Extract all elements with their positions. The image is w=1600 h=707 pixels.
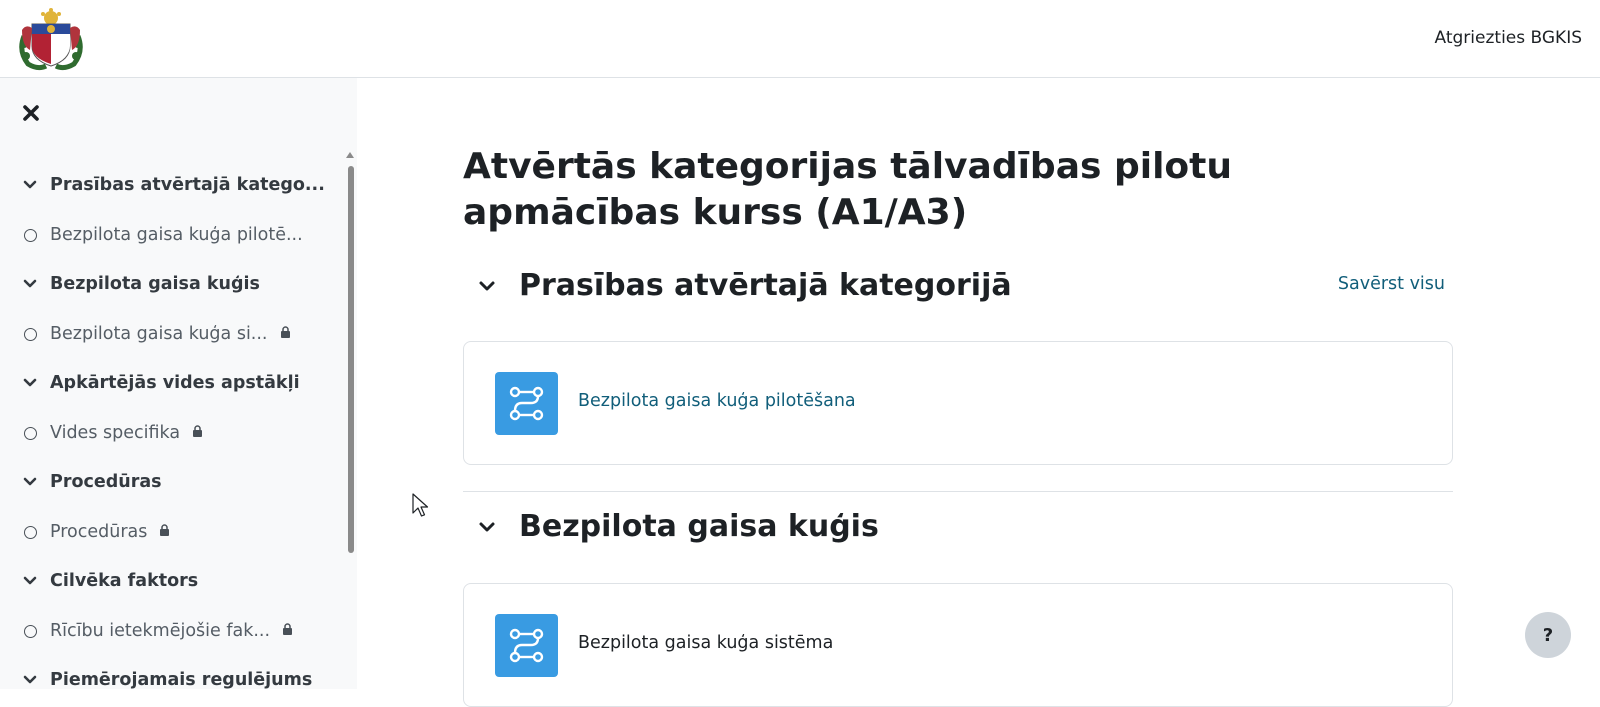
sidebar-item-label: Bezpilota gaisa kuģis (50, 274, 260, 294)
sidebar-activity-vides-specifika[interactable]: Vides specifika (0, 416, 340, 450)
lock-icon (283, 623, 293, 635)
sidebar-section-vide[interactable]: Apkārtējās vides apstākļi (0, 366, 340, 400)
sidebar-item-label: Bezpilota gaisa kuģa si... (50, 324, 291, 344)
return-bgkis-link[interactable]: Atgriezties BGKIS (1435, 28, 1582, 48)
activity-card: Bezpilota gaisa kuģa pilotēšana (463, 341, 1453, 465)
chevron-down-icon[interactable] (477, 276, 497, 296)
section-title: Bezpilota gaisa kuģis (519, 509, 879, 544)
mouse-cursor-icon (412, 493, 429, 517)
course-section-header: Bezpilota gaisa kuģis (463, 505, 1453, 549)
lock-icon (160, 524, 170, 536)
lesson-activity-icon[interactable] (495, 372, 558, 435)
sidebar-item-label: Bezpilota gaisa kuģa pilotē... (50, 225, 303, 245)
completion-circle-icon (24, 327, 37, 341)
course-index-drawer: Prasības atvērtajā katego... Bezpilota g… (0, 78, 357, 689)
top-navbar: Atgriezties BGKIS (0, 0, 1600, 78)
chevron-down-icon[interactable] (22, 177, 38, 193)
lesson-activity-icon[interactable] (495, 614, 558, 677)
sidebar-item-label: Cilvēka faktors (50, 571, 199, 591)
coat-of-arms-logo[interactable] (16, 6, 86, 72)
sidebar-item-label: Procedūras (50, 472, 162, 492)
chevron-down-icon[interactable] (22, 276, 38, 292)
sidebar-activity-sistema[interactable]: Bezpilota gaisa kuģa si... (0, 317, 340, 351)
scroll-up-arrow[interactable] (346, 152, 354, 158)
course-section-header: Prasības atvērtajā kategorijā Savērst vi… (463, 264, 1453, 308)
section-title: Prasības atvērtajā kategorijā (519, 268, 1012, 303)
chevron-down-icon[interactable] (477, 517, 497, 537)
section-divider (463, 491, 1453, 492)
completion-circle-icon (24, 525, 37, 539)
sidebar-activity-ricibu-faktori[interactable]: Rīcību ietekmējošie fak... (0, 614, 340, 648)
lock-icon (193, 425, 203, 437)
chevron-down-icon[interactable] (22, 474, 38, 490)
completion-circle-icon (24, 228, 37, 242)
collapse-all-link[interactable]: Savērst visu (1338, 274, 1445, 294)
sidebar-item-label: Prasības atvērtajā katego... (50, 175, 325, 195)
activity-link[interactable]: Bezpilota gaisa kuģa pilotēšana (578, 391, 856, 411)
chevron-down-icon[interactable] (22, 375, 38, 391)
lock-icon (280, 326, 290, 338)
sidebar-scrollbar[interactable] (348, 166, 354, 553)
completion-circle-icon (24, 426, 37, 440)
sidebar-section-bezpilota[interactable]: Bezpilota gaisa kuģis (0, 267, 340, 301)
sidebar-item-label: Piemērojamais regulējums (50, 670, 313, 689)
sidebar-section-proceduras[interactable]: Procedūras (0, 465, 340, 499)
chevron-down-icon[interactable] (22, 573, 38, 589)
page-title: Atvērtās kategorijas tālvadības pilotu a… (463, 146, 1232, 233)
sidebar-activity-pilotesana[interactable]: Bezpilota gaisa kuģa pilotē... (0, 218, 340, 252)
sidebar-section-cilveka-faktors[interactable]: Cilvēka faktors (0, 564, 340, 598)
activity-card: Bezpilota gaisa kuģa sistēma (463, 583, 1453, 707)
sidebar-item-label: Apkārtējās vides apstākļi (50, 373, 300, 393)
close-drawer-button[interactable] (20, 102, 42, 124)
sidebar-section-regulejums[interactable]: Piemērojamais regulējums (0, 663, 340, 689)
sidebar-item-label: Rīcību ietekmējošie fak... (50, 621, 293, 641)
sidebar-section-prasibas[interactable]: Prasības atvērtajā katego... (0, 168, 340, 202)
close-icon (23, 105, 39, 121)
activity-link[interactable]: Bezpilota gaisa kuģa sistēma (578, 633, 833, 653)
completion-circle-icon (24, 624, 37, 638)
sidebar-item-label: Procedūras (50, 522, 170, 542)
sidebar-activity-proceduras[interactable]: Procedūras (0, 515, 340, 549)
course-content: Atvērtās kategorijas tālvadības pilotu a… (357, 78, 1600, 707)
help-button[interactable]: ? (1525, 612, 1571, 658)
chevron-down-icon[interactable] (22, 672, 38, 688)
sidebar-item-label: Vides specifika (50, 423, 203, 443)
